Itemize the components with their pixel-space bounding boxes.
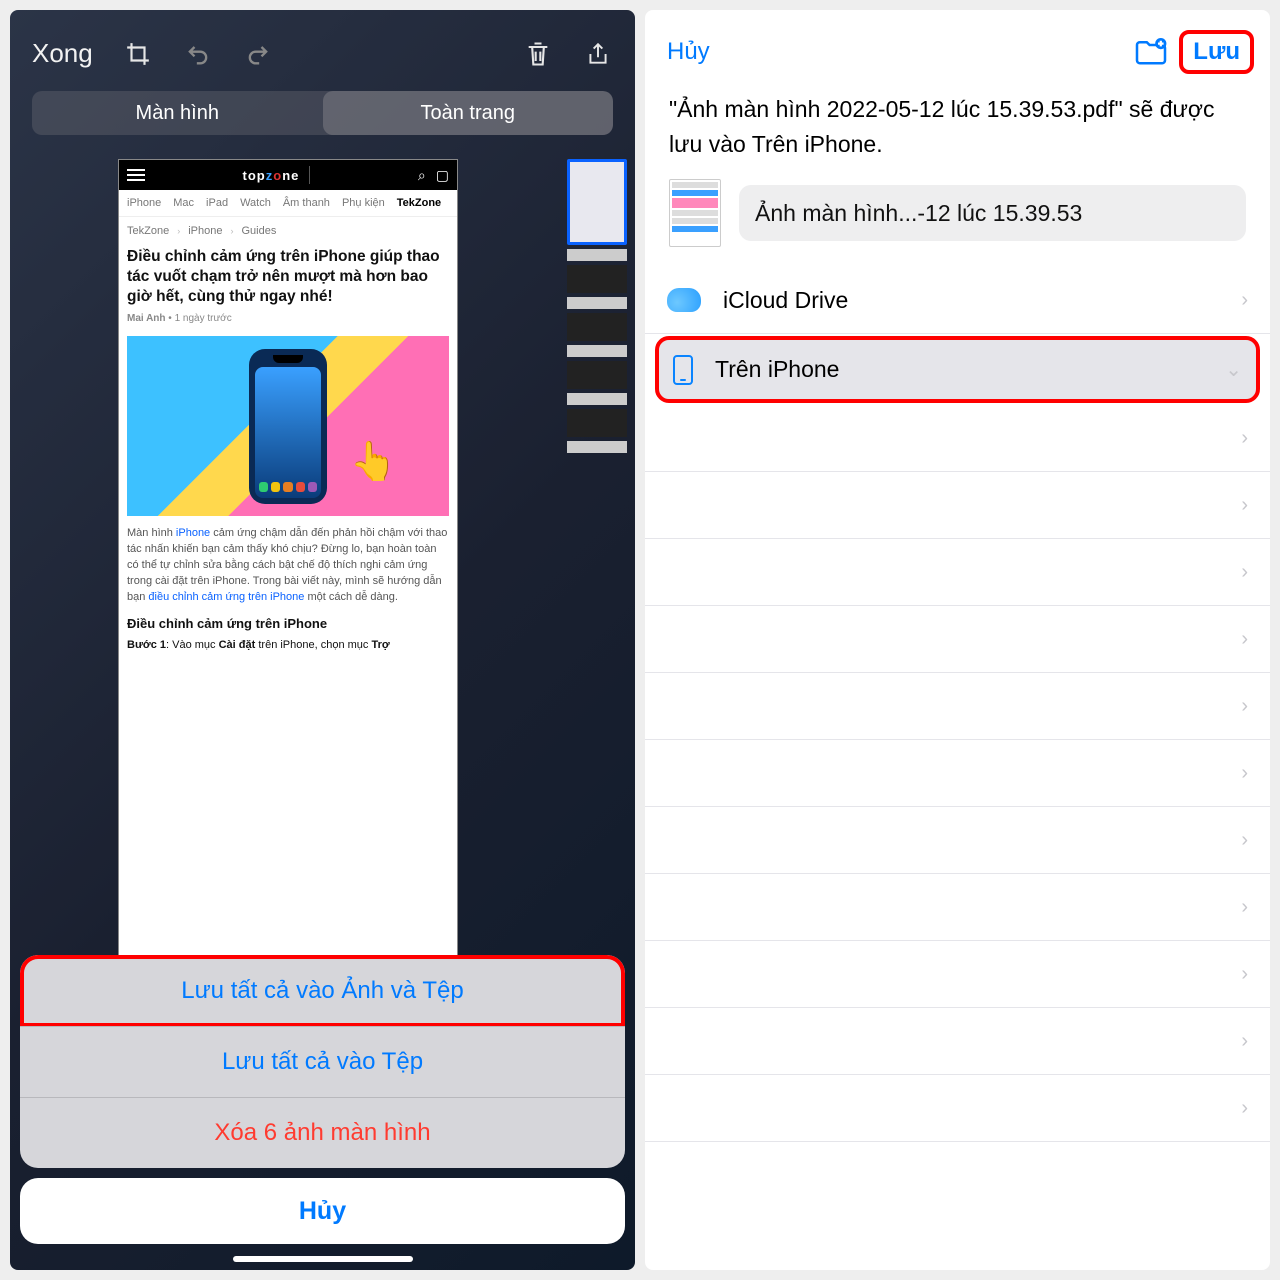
location-icloud[interactable]: iCloud Drive › bbox=[645, 267, 1270, 334]
editor-toolbar: Xong bbox=[10, 10, 635, 87]
new-folder-icon[interactable] bbox=[1133, 36, 1169, 68]
location-on-iphone[interactable]: Trên iPhone ⌄ bbox=[655, 336, 1260, 403]
chevron-down-icon: ⌄ bbox=[1225, 357, 1242, 382]
chevron-right-icon: › bbox=[1241, 289, 1248, 312]
save-to-files-button[interactable]: Lưu tất cả vào Tệp bbox=[20, 1026, 625, 1097]
crop-icon[interactable] bbox=[123, 39, 153, 69]
list-item[interactable]: › bbox=[645, 874, 1270, 941]
site-logo: topzone bbox=[153, 166, 410, 184]
article-title: Điều chỉnh cảm ứng trên iPhone giúp thao… bbox=[119, 237, 457, 311]
save-to-files-panel: Hủy Lưu "Ảnh màn hình 2022-05-12 lúc 15.… bbox=[645, 10, 1270, 1270]
bag-icon[interactable]: ▢ bbox=[436, 167, 449, 184]
undo-icon[interactable] bbox=[183, 39, 213, 69]
filename-field[interactable]: Ảnh màn hình...-12 lúc 15.39.53 bbox=[739, 185, 1246, 241]
hamburger-icon[interactable] bbox=[127, 169, 145, 181]
file-rename-row: Ảnh màn hình...-12 lúc 15.39.53 bbox=[645, 175, 1270, 267]
file-thumbnail bbox=[669, 179, 721, 247]
trash-icon[interactable] bbox=[523, 39, 553, 69]
iphone-icon bbox=[673, 355, 693, 385]
article-meta: Mai Anh • 1 ngày trước bbox=[119, 311, 457, 332]
tab-full-page[interactable]: Toàn trang bbox=[323, 91, 614, 135]
list-item[interactable]: › bbox=[645, 1008, 1270, 1075]
list-item[interactable]: › bbox=[645, 740, 1270, 807]
delete-screenshots-button[interactable]: Xóa 6 ảnh màn hình bbox=[20, 1097, 625, 1168]
cancel-button[interactable]: Hủy bbox=[667, 38, 1123, 66]
cancel-button[interactable]: Hủy bbox=[20, 1178, 625, 1244]
view-mode-segment[interactable]: Màn hình Toàn trang bbox=[32, 91, 613, 135]
tab-screen[interactable]: Màn hình bbox=[32, 91, 323, 135]
save-button[interactable]: Lưu bbox=[1179, 30, 1254, 74]
article-step: Bước 1: Vào mục Cài đặt trên iPhone, chọ… bbox=[119, 635, 457, 655]
breadcrumb: TekZone› iPhone› Guides bbox=[119, 217, 457, 237]
article-paragraph: Màn hình iPhone cảm ứng chậm dẫn đến phả… bbox=[119, 520, 457, 612]
save-to-photos-and-files-button[interactable]: Lưu tất cả vào Ảnh và Tệp bbox=[20, 955, 625, 1026]
thumb-1[interactable] bbox=[567, 159, 627, 245]
list-item[interactable]: › bbox=[645, 673, 1270, 740]
icloud-icon bbox=[667, 288, 701, 312]
hand-tap-icon: 👆 bbox=[350, 440, 397, 484]
page-viewer[interactable]: topzone ⌕ ▢ iPhoneMac iPadWatch Âm thanh… bbox=[10, 149, 635, 955]
page-thumbnails[interactable] bbox=[567, 159, 627, 453]
location-list: iCloud Drive › Trên iPhone ⌄ › › › › › ›… bbox=[645, 267, 1270, 1142]
action-sheet: Lưu tất cả vào Ảnh và Tệp Lưu tất cả vào… bbox=[20, 955, 625, 1168]
save-description: "Ảnh màn hình 2022-05-12 lúc 15.39.53.pd… bbox=[645, 82, 1270, 175]
list-item[interactable]: › bbox=[645, 539, 1270, 606]
category-nav[interactable]: iPhoneMac iPadWatch Âm thanhPhụ kiện Tek… bbox=[119, 190, 457, 217]
captured-page: topzone ⌕ ▢ iPhoneMac iPadWatch Âm thanh… bbox=[118, 159, 458, 955]
screenshot-editor-panel: Xong Màn hình Toàn trang topzone bbox=[10, 10, 635, 1270]
article-hero: 👆 bbox=[127, 336, 449, 516]
list-item[interactable]: › bbox=[645, 941, 1270, 1008]
list-item[interactable]: › bbox=[645, 1075, 1270, 1142]
list-item[interactable]: › bbox=[645, 606, 1270, 673]
home-indicator bbox=[233, 1256, 413, 1262]
article-subheading: Điều chỉnh cảm ứng trên iPhone bbox=[119, 612, 457, 635]
save-header: Hủy Lưu bbox=[645, 10, 1270, 82]
list-item[interactable]: › bbox=[645, 405, 1270, 472]
search-icon[interactable]: ⌕ bbox=[418, 167, 426, 184]
share-icon[interactable] bbox=[583, 39, 613, 69]
list-item[interactable]: › bbox=[645, 472, 1270, 539]
redo-icon[interactable] bbox=[243, 39, 273, 69]
done-button[interactable]: Xong bbox=[32, 38, 93, 69]
site-header: topzone ⌕ ▢ bbox=[119, 160, 457, 190]
list-item[interactable]: › bbox=[645, 807, 1270, 874]
